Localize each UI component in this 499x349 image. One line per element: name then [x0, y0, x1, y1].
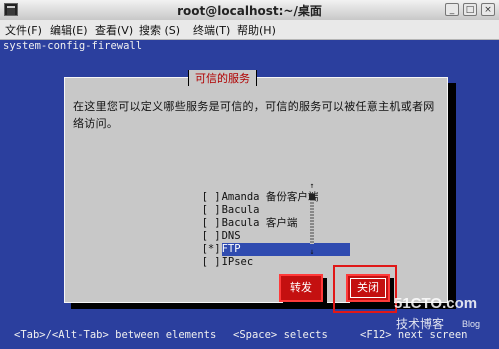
service-checkbox[interactable]: [ ] — [202, 256, 222, 269]
services-list[interactable]: [ ]Amanda 备份客户端 [ ]Bacula [ ]Bacula 客户端 … — [151, 178, 350, 268]
footer-hint-tab: <Tab>/<Alt-Tab> between elements — [14, 329, 217, 341]
menu-edit[interactable]: 编辑(E) — [50, 22, 88, 38]
menu-view[interactable]: 查看(V) — [95, 22, 133, 38]
watermark-blog: Blog — [462, 319, 481, 329]
service-row[interactable]: [ ]Amanda 备份客户端 — [151, 178, 319, 203]
watermark-subtitle: 技术博客 — [396, 317, 445, 331]
menu-file[interactable]: 文件(F) — [5, 22, 42, 38]
services-scrollbar[interactable]: ↑ ↓ — [308, 182, 316, 256]
button-shadow — [323, 278, 327, 306]
window-titlebar: root@localhost:~/桌面 _ □ × — [0, 0, 499, 21]
dialog-title: 可信的服务 — [188, 70, 257, 86]
watermark-logo: 51CTO.com — [394, 295, 478, 312]
close-button[interactable]: 关闭 — [346, 274, 390, 302]
forward-button[interactable]: 转发 — [279, 274, 323, 302]
service-row[interactable]: [ ]DNS — [151, 217, 311, 242]
dialog-shadow-right — [448, 83, 456, 309]
dialog-description: 在这里您可以定义哪些服务是可信的，可信的服务可以被任意主机或者网络访问。 — [73, 100, 435, 130]
service-row[interactable]: [ ]Bacula — [151, 191, 311, 216]
service-name: IPsec — [221, 256, 254, 268]
terminal-header: system-config-firewall — [3, 40, 143, 52]
scrollbar-thumb[interactable] — [309, 194, 315, 200]
scrollbar-track — [310, 196, 314, 244]
menu-terminal[interactable]: 终端(T) — [193, 22, 230, 38]
minimize-button[interactable]: _ — [445, 3, 459, 16]
button-shadow — [283, 302, 327, 306]
menu-search[interactable]: 搜索 (S) — [139, 22, 180, 38]
scroll-up-arrow-icon[interactable]: ↑ — [308, 182, 316, 190]
trusted-services-dialog: 可信的服务 在这里您可以定义哪些服务是可信的，可信的服务可以被任意主机或者网络访… — [64, 70, 448, 313]
window-title: root@localhost:~/桌面 — [177, 4, 322, 18]
scroll-down-arrow-icon[interactable]: ↓ — [308, 248, 316, 256]
service-row[interactable]: [ ]IPsec — [151, 243, 311, 268]
watermark: 51CTO.com 技术博客 Blog — [394, 295, 498, 335]
button-shadow — [350, 302, 394, 306]
menu-help[interactable]: 帮助(H) — [237, 22, 276, 38]
window-controls: _ □ × — [445, 3, 495, 16]
service-row-selected[interactable]: [*]FTP — [151, 230, 350, 256]
close-window-button[interactable]: × — [481, 3, 495, 16]
menubar: 文件(F) 编辑(E) 查看(V) 搜索 (S) 终端(T) 帮助(H) — [0, 20, 499, 40]
footer-hint-space: <Space> selects — [233, 329, 328, 341]
service-row[interactable]: [ ]Bacula 客户端 — [151, 204, 311, 229]
maximize-button[interactable]: □ — [463, 3, 477, 16]
